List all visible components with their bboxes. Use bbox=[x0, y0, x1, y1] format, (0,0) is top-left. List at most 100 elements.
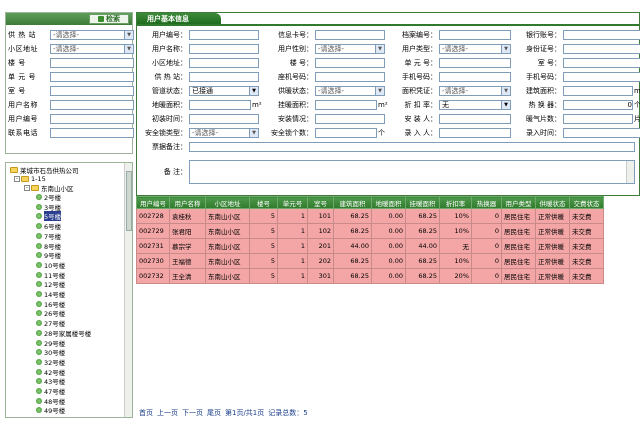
tree-building-node[interactable]: 7号楼 bbox=[36, 232, 61, 241]
gender-select[interactable]: -请选择- ▼ bbox=[315, 43, 385, 54]
floor-heat-area-input[interactable] bbox=[189, 99, 251, 110]
label-entry-person: 录 入 人： bbox=[404, 128, 437, 137]
radiator-area-input[interactable] bbox=[315, 99, 377, 110]
heat-status-select[interactable]: -请选择- ▼ bbox=[315, 85, 385, 96]
tree-building-node[interactable]: 26号楼 bbox=[36, 309, 65, 318]
table-header-cell[interactable]: 挂暖面积 bbox=[405, 196, 440, 209]
filter-unit-input[interactable] bbox=[50, 72, 134, 82]
filter-room-input[interactable] bbox=[50, 86, 134, 96]
build-area-input[interactable] bbox=[563, 85, 633, 96]
collapse-icon[interactable]: - bbox=[14, 176, 20, 182]
station-input[interactable] bbox=[189, 71, 259, 82]
installer-input[interactable] bbox=[439, 113, 511, 124]
table-header-cell[interactable]: 地暖面积 bbox=[371, 196, 406, 209]
remark-textarea[interactable] bbox=[189, 160, 635, 184]
table-header-cell[interactable]: 建筑面积 bbox=[333, 196, 372, 209]
first-date-input[interactable] bbox=[189, 113, 259, 124]
table-header-cell[interactable]: 交费状态 bbox=[569, 196, 604, 209]
pager-first[interactable]: 首页 bbox=[139, 408, 153, 418]
tree-building-node[interactable]: 6号楼 bbox=[36, 222, 61, 231]
tree-building-node[interactable]: 27号楼 bbox=[36, 319, 65, 328]
area-cert-select[interactable]: -请选择- ▼ bbox=[439, 85, 511, 96]
tree-community-node[interactable]: - 东南山小区 bbox=[24, 184, 74, 193]
tree-building-node[interactable]: 43号楼 bbox=[36, 377, 65, 386]
tree-building-node[interactable]: 11号楼 bbox=[36, 271, 65, 280]
entry-time-input[interactable] bbox=[563, 127, 640, 138]
tree-building-node[interactable]: 49号楼 bbox=[36, 406, 65, 415]
tree-building-node[interactable]: 48号楼 bbox=[36, 397, 65, 406]
mobile2-input[interactable] bbox=[563, 71, 640, 82]
ticket-note-input[interactable] bbox=[189, 141, 635, 152]
id-no-input[interactable] bbox=[563, 43, 640, 54]
table-row[interactable]: 002732 王全清 东南山小区 5 1 301 68.25 0.00 68.25 20% 0 居民住… bbox=[136, 268, 604, 284]
pager-last[interactable]: 尾页 bbox=[207, 408, 221, 418]
tree-building-node[interactable]: 42号楼 bbox=[36, 368, 65, 377]
table-row[interactable]: 002729 张君阳 东南山小区 5 1 102 68.25 0.00 68.25 10% 0 居民住… bbox=[136, 223, 604, 239]
tree-building-node[interactable]: 14号楼 bbox=[36, 290, 65, 299]
tree-building-node[interactable]: 2号楼 bbox=[36, 193, 61, 202]
card-no-input[interactable] bbox=[315, 29, 385, 40]
tree-building-node[interactable]: 29号楼 bbox=[36, 339, 65, 348]
filter-building-input[interactable] bbox=[50, 58, 134, 68]
pager-next[interactable]: 下一页 bbox=[182, 408, 203, 418]
table-header-cell[interactable]: 用户编号 bbox=[136, 196, 170, 209]
community-input[interactable] bbox=[189, 57, 259, 68]
unit-input[interactable] bbox=[439, 57, 511, 68]
tree-building-node[interactable]: 3号楼 bbox=[36, 203, 61, 212]
user-name-input[interactable] bbox=[189, 43, 259, 54]
discount-select[interactable]: 无 ▼ bbox=[439, 99, 511, 110]
table-header-cell[interactable]: 热换器 bbox=[471, 196, 502, 209]
mobile-input[interactable] bbox=[439, 71, 511, 82]
remark-scrollbar[interactable] bbox=[626, 161, 634, 183]
heater-input[interactable] bbox=[563, 99, 633, 110]
building-icon bbox=[36, 378, 42, 385]
tree-station-node[interactable]: - 1-15 bbox=[14, 175, 46, 183]
table-header-cell[interactable]: 折扣率 bbox=[439, 196, 472, 209]
tree-building-node[interactable]: 5号楼 bbox=[36, 211, 62, 222]
entry-person-input[interactable] bbox=[439, 127, 511, 138]
table-header-cell[interactable]: 室号 bbox=[307, 196, 334, 209]
radiator-pieces-input[interactable] bbox=[563, 113, 633, 124]
tree-building-node[interactable]: 30号楼 bbox=[36, 348, 65, 357]
lock-type-select[interactable]: -请选择- ▼ bbox=[189, 127, 259, 138]
tree-building-node[interactable]: 12号楼 bbox=[36, 280, 65, 289]
filter-userno-input[interactable] bbox=[50, 114, 134, 124]
table-header-cell[interactable]: 用户名称 bbox=[169, 196, 206, 209]
tree-building-node[interactable]: 9号楼 bbox=[36, 251, 61, 260]
user-type-select[interactable]: -请选择- ▼ bbox=[439, 43, 511, 54]
table-row[interactable]: 002728 袁桂秋 东南山小区 5 1 101 68.25 0.00 68.25 10% 0 居民住… bbox=[136, 208, 604, 224]
tree-root-node[interactable]: 莱城市石岛供热公司 bbox=[10, 166, 79, 175]
install-info-input[interactable] bbox=[315, 113, 385, 124]
bank-no-input[interactable] bbox=[563, 29, 640, 40]
room-input[interactable] bbox=[563, 57, 640, 68]
table-row[interactable]: 002730 王福德 东南山小区 5 1 202 68.25 0.00 68.25 10% 0 居民住… bbox=[136, 253, 604, 269]
collapse-icon[interactable]: - bbox=[24, 185, 30, 191]
seat-phone-input[interactable] bbox=[315, 71, 385, 82]
table-header-cell[interactable]: 用户类型 bbox=[501, 196, 536, 209]
table-header-cell[interactable]: 楼号 bbox=[249, 196, 278, 209]
user-no-input[interactable] bbox=[189, 29, 259, 40]
filter-phone-input[interactable] bbox=[50, 128, 134, 138]
tree-building-node[interactable]: 47号楼 bbox=[36, 387, 65, 396]
table-header-cell[interactable]: 小区地址 bbox=[205, 196, 250, 209]
table-header-cell[interactable]: 供暖状态 bbox=[535, 196, 570, 209]
search-button[interactable]: 检索 bbox=[89, 14, 129, 24]
tree-building-node[interactable]: 10号楼 bbox=[36, 261, 65, 270]
tree-scrollbar[interactable] bbox=[124, 163, 132, 417]
filter-station-select[interactable]: -请选择- ▼ bbox=[50, 30, 134, 40]
filter-username-input[interactable] bbox=[50, 100, 134, 110]
lock-count-input[interactable] bbox=[315, 127, 377, 138]
filter-community-select[interactable]: -请选择- ▼ bbox=[50, 44, 134, 54]
tree-building-node[interactable]: 8号楼 bbox=[36, 242, 61, 251]
tree-building-node[interactable]: 32号楼 bbox=[36, 358, 65, 367]
tree-building-node[interactable]: 16号楼 bbox=[36, 300, 65, 309]
building-input[interactable] bbox=[315, 57, 385, 68]
table-row[interactable]: 002731 慕宗学 东南山小区 5 1 201 44.00 0.00 44.00 无 0 居民住宅正… bbox=[136, 238, 604, 254]
pager-prev[interactable]: 上一页 bbox=[157, 408, 178, 418]
file-no-input[interactable] bbox=[439, 29, 511, 40]
tree-scrollbar-thumb[interactable] bbox=[126, 171, 132, 231]
tree-building-node[interactable]: 28号家属楼号楼 bbox=[36, 329, 91, 338]
label-file-no: 档案编号： bbox=[402, 30, 437, 39]
table-header-cell[interactable]: 单元号 bbox=[277, 196, 308, 209]
pipe-status-select[interactable]: 已接通 ▼ bbox=[189, 85, 259, 96]
